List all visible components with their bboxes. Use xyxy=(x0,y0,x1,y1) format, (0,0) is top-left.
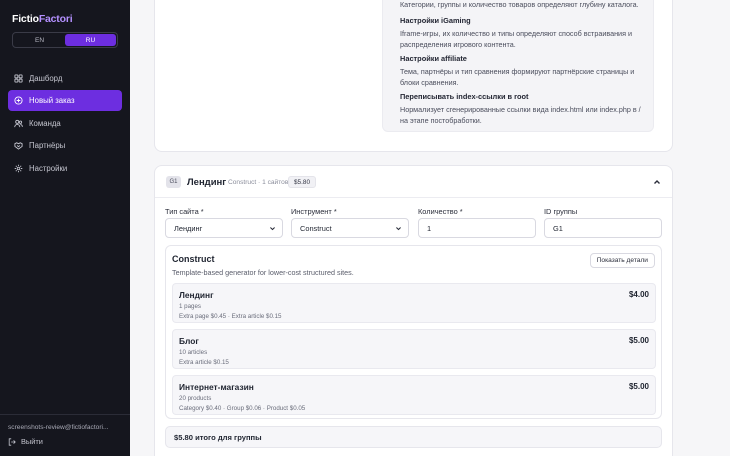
option-name: Лендинг xyxy=(179,290,214,300)
setting-desc-line-2: распределения игрового контента. xyxy=(400,39,516,49)
sidebar-item-label: Команда xyxy=(29,118,61,128)
group-id-input[interactable]: G1 xyxy=(544,218,662,238)
user-email: screenshots-review@fictiofactori... xyxy=(8,424,109,431)
gear-icon xyxy=(14,164,23,172)
site-type-label: Тип сайта * xyxy=(165,207,204,216)
quantity-value: 1 xyxy=(427,223,432,233)
chevron-down-icon xyxy=(270,227,275,231)
group-id-label: ID группы xyxy=(544,207,578,216)
construct-panel: Construct Template-based generator for l… xyxy=(165,245,662,419)
sidebar-item-settings[interactable]: Настройки xyxy=(8,158,122,179)
option-meta: 1 pages xyxy=(179,303,202,310)
lang-ru-button[interactable]: RU xyxy=(65,34,116,46)
setting-title: Настройки iGaming xyxy=(400,16,471,25)
option-meta: 10 articles xyxy=(179,349,208,356)
group-price-badge: $5.80 xyxy=(288,176,316,188)
option-extra: Category $0.40 · Group $0.06 · Product $… xyxy=(179,405,306,412)
sidebar-divider xyxy=(0,414,130,415)
plus-circle-icon xyxy=(14,96,23,105)
sidebar-nav: Дашборд Новый заказ Команда Партнёры Нас… xyxy=(8,68,122,180)
option-price: $5.00 xyxy=(628,336,649,345)
setting-desc-line-1: Нормализует сгенерированные ссылки вида … xyxy=(400,105,641,114)
setting-desc-line-2: на этапе постобработки. xyxy=(400,115,482,125)
tool-select[interactable]: Construct xyxy=(291,218,409,238)
option-price: $4.00 xyxy=(628,290,649,299)
option-blog[interactable]: Блог $5.00 10 articles Extra article $0.… xyxy=(172,329,656,369)
chevron-down-icon xyxy=(396,227,401,231)
site-type-value: Лендинг xyxy=(174,223,203,233)
language-switcher: EN RU xyxy=(12,32,118,48)
settings-catalog-desc: Категории, группы и количество товаров о… xyxy=(400,0,639,9)
group-total: $5.80 итого для группы xyxy=(165,426,662,448)
logout-button[interactable]: Выйти xyxy=(8,437,43,446)
setting-desc-line-1: Тема, партнёры и тип сравнения формируют… xyxy=(400,67,635,76)
group-header[interactable]: G1 Лендинг Construct · 1 сайтов $5.80 xyxy=(155,166,672,198)
construct-subtitle: Template-based generator for lower-cost … xyxy=(172,268,354,277)
handshake-icon xyxy=(14,142,23,150)
lang-en-button[interactable]: EN xyxy=(14,34,65,46)
sidebar-item-label: Новый заказ xyxy=(29,96,75,106)
option-extra: Extra page $0.45 · Extra article $0.15 xyxy=(179,313,282,320)
option-name: Интернет-магазин xyxy=(179,382,254,392)
tool-label: Инструмент * xyxy=(291,207,337,216)
option-landing[interactable]: Лендинг $4.00 1 pages Extra page $0.45 ·… xyxy=(172,283,656,323)
sidebar-item-label: Партнёры xyxy=(29,141,66,151)
group-id-value: G1 xyxy=(553,223,563,233)
setting-rewrite-index: Переписывать index-ссылки в root Нормали… xyxy=(400,92,652,126)
setting-desc-line-1: Iframe-игры, их количество и типы опреде… xyxy=(400,29,632,38)
setting-desc-line-2: блоки сравнения. xyxy=(400,77,459,87)
tool-value: Construct xyxy=(300,223,332,233)
sidebar-item-dashboard[interactable]: Дашборд xyxy=(8,68,122,89)
sidebar-item-label: Настройки xyxy=(29,163,68,173)
dashboard-icon xyxy=(14,74,23,83)
group-title: Лендинг xyxy=(187,177,227,188)
site-type-select[interactable]: Лендинг xyxy=(165,218,283,238)
group-id-badge: G1 xyxy=(166,176,181,188)
quantity-label: Количество * xyxy=(418,207,463,216)
logout-label: Выйти xyxy=(21,437,43,446)
setting-title: Переписывать index-ссылки в root xyxy=(400,92,529,101)
setting-affiliate: Настройки affiliate Тема, партнёры и тип… xyxy=(400,54,652,88)
quantity-input[interactable]: 1 xyxy=(418,218,536,238)
sidebar: FictioFactori EN RU Дашборд Новый заказ … xyxy=(0,0,130,456)
show-details-button[interactable]: Показать детали xyxy=(589,253,655,268)
setting-title: Настройки affiliate xyxy=(400,54,467,63)
users-icon xyxy=(14,119,23,127)
option-name: Блог xyxy=(179,336,199,346)
sidebar-item-team[interactable]: Команда xyxy=(8,113,122,134)
option-shop[interactable]: Интернет-магазин $5.00 20 products Categ… xyxy=(172,375,656,415)
option-meta: 20 products xyxy=(179,395,212,402)
logo-main: Fictio xyxy=(12,13,39,25)
group-subtitle: Construct · 1 сайтов xyxy=(228,179,289,186)
construct-title: Construct xyxy=(172,254,215,264)
logout-icon xyxy=(8,437,16,446)
option-extra: Extra article $0.15 xyxy=(179,359,229,366)
sidebar-item-label: Дашборд xyxy=(29,74,63,83)
setting-igaming: Настройки iGaming Iframe-игры, их количе… xyxy=(400,16,652,50)
logo[interactable]: FictioFactori xyxy=(12,13,73,25)
option-price: $5.00 xyxy=(628,382,649,391)
chevron-up-icon[interactable] xyxy=(652,177,662,187)
logo-accent: Factori xyxy=(38,13,73,25)
sidebar-item-partners[interactable]: Партнёры xyxy=(8,135,122,156)
sidebar-item-new-order[interactable]: Новый заказ xyxy=(8,90,122,112)
